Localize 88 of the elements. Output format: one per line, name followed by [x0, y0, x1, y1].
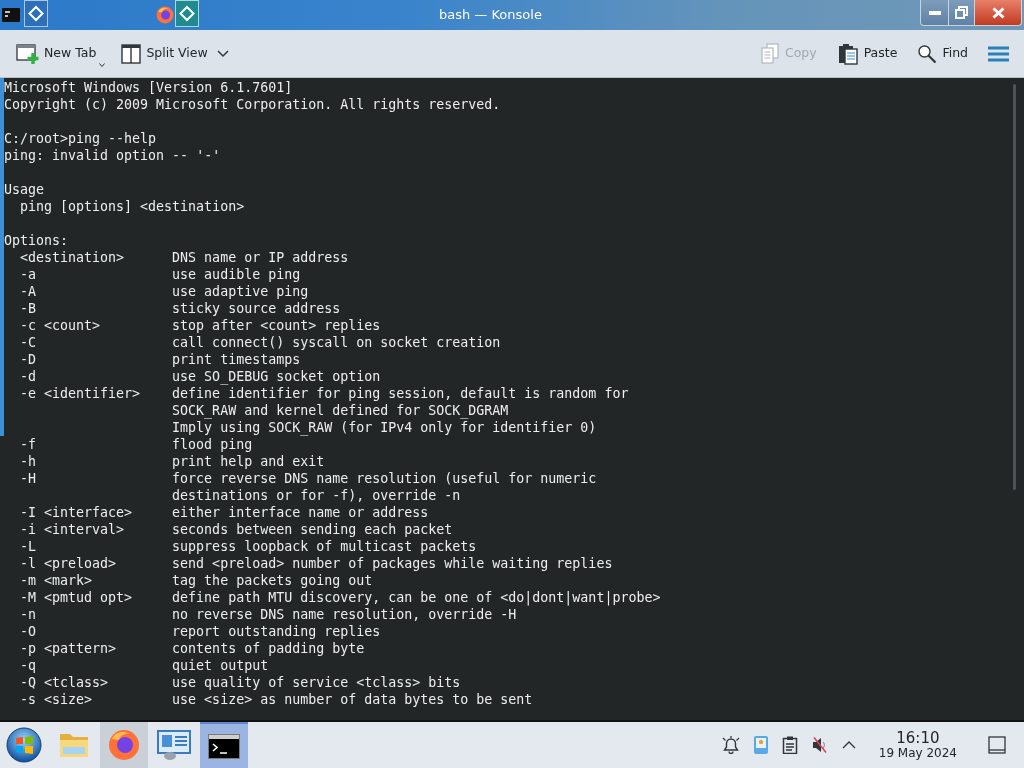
clock-button[interactable]: 16:10 19 May 2024	[874, 730, 961, 760]
terminal-line: C:/root>ping --help	[4, 130, 157, 147]
fox-globe-icon	[108, 729, 140, 761]
option-name: -q	[20, 657, 36, 674]
option-description: print help and exit	[172, 453, 325, 470]
section-heading: Options:	[4, 232, 69, 249]
option-name: -d	[20, 368, 36, 385]
option-name: -e <identifier>	[20, 385, 141, 402]
option-name: -h	[20, 453, 36, 470]
clipboard-icon[interactable]	[781, 736, 798, 754]
section-heading: Usage	[4, 181, 45, 198]
monitor-icon	[156, 729, 192, 761]
orb-icon	[6, 727, 42, 763]
option-description: call connect() syscall on socket creation	[172, 334, 501, 351]
scrollbar-thumb[interactable]	[1013, 84, 1016, 490]
option-name: -L	[20, 538, 36, 555]
option-name: -i <interval>	[20, 521, 125, 538]
paste-button[interactable]: Paste	[833, 38, 901, 69]
terminal-icon	[208, 733, 240, 759]
option-description: use audible ping	[172, 266, 301, 283]
terminal-line: Copyright (c) 2009 Microsoft Corporation. All rights reserved.	[4, 96, 501, 113]
option-description: DNS name or IP address	[172, 249, 349, 266]
option-name: -A	[20, 283, 36, 300]
maximize-button[interactable]	[949, 0, 975, 26]
option-name: -O	[20, 623, 36, 640]
folder-icon	[59, 731, 89, 759]
option-description: use adaptive ping	[172, 283, 309, 300]
option-name: -p <pattern>	[20, 640, 117, 657]
option-description: seconds between sending each packet	[172, 521, 453, 538]
option-description: flood ping	[172, 436, 253, 453]
option-description: stop after <count> replies	[172, 317, 381, 334]
new-tab-button[interactable]: New Tab	[13, 38, 109, 69]
option-name: -D	[20, 351, 36, 368]
new-tab-icon	[16, 42, 39, 65]
option-description: use SO_DEBUG socket option	[172, 368, 381, 385]
terminal-line: Microsoft Windows [Version 6.1.7601]	[4, 79, 293, 96]
paste-icon	[836, 42, 859, 65]
option-name: -I <interface>	[20, 504, 133, 521]
terminal-line: ping: invalid option -- '-'	[4, 147, 221, 164]
terminal-line: ping [options] <destination>	[20, 198, 245, 215]
option-name: -M <pmtud opt>	[20, 589, 133, 606]
muted-speaker-icon[interactable]	[810, 736, 829, 754]
option-name: -f	[20, 436, 36, 453]
option-name: -l <preload>	[20, 555, 117, 572]
option-description: print timestamps	[172, 351, 301, 368]
option-name: -Q <tclass>	[20, 674, 109, 691]
bell-icon[interactable]	[721, 736, 740, 754]
find-button[interactable]: Find	[914, 39, 971, 68]
option-name: -s <size>	[20, 691, 93, 708]
taskbar-app-button[interactable]	[200, 722, 248, 768]
option-description: define path MTU discovery, can be one of <do|dont|want|probe>	[172, 589, 661, 606]
close-button[interactable]	[975, 0, 1022, 26]
option-description: tag the packets going out	[172, 572, 373, 589]
option-name: -H	[20, 470, 36, 487]
option-name: -m <mark>	[20, 572, 93, 589]
show-desktop-icon[interactable]	[988, 736, 1006, 754]
close-icon	[991, 6, 1005, 19]
option-description: either interface name or address	[172, 504, 429, 521]
caret-icon	[99, 63, 106, 67]
split-view-icon	[121, 43, 142, 64]
option-description: no reverse DNS name resolution, override -H	[172, 606, 517, 623]
menu-icon	[988, 45, 1009, 62]
terminal-icon	[2, 8, 20, 22]
chevron-down-icon[interactable]	[216, 49, 229, 58]
copy-icon	[759, 43, 780, 64]
option-name: -c <count>	[20, 317, 101, 334]
fox-globe-icon[interactable]	[156, 6, 174, 24]
option-description: report outstanding replies	[172, 623, 381, 640]
option-description: send <preload> number of packages while waiting replies	[172, 555, 613, 572]
option-name: -a	[20, 266, 36, 283]
minimize-icon	[928, 10, 941, 15]
option-description: contents of padding byte	[172, 640, 365, 657]
option-name: -B	[20, 300, 36, 317]
option-description: sticky source address	[172, 300, 341, 317]
search-icon	[917, 43, 938, 64]
chevron-up-icon[interactable]	[841, 741, 856, 749]
minimize-button[interactable]	[920, 0, 949, 26]
option-description: use quality of service <tclass> bits	[172, 674, 461, 691]
split-view-button[interactable]: Split View	[118, 39, 211, 68]
window-title: bash — Konsole	[439, 6, 542, 25]
restore-icon	[955, 6, 968, 19]
option-description: use <size> as number of data bytes to be sent	[172, 691, 533, 708]
option-description: suppress loopback of multicast packets	[172, 538, 477, 555]
option-name: -n	[20, 606, 36, 623]
option-description: define identifier for ping session, default is random for SOCK_RAW and kernel defined for SOCK_DGRAM Imply using SOCK_RAW (for IPv4 only for identifier 0)	[172, 385, 629, 436]
option-name: <destination>	[20, 249, 125, 266]
option-name: -C	[20, 334, 36, 351]
option-description: quiet output	[172, 657, 269, 674]
